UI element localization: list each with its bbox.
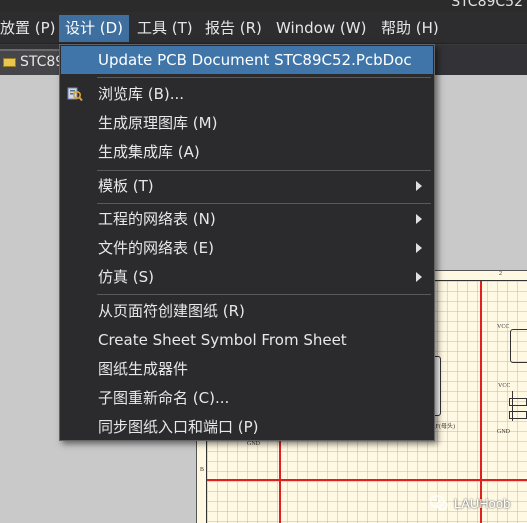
menu-place[interactable]: 放置 (P) bbox=[0, 15, 62, 42]
browse-library-icon bbox=[67, 87, 83, 102]
menu-window[interactable]: Window (W) bbox=[270, 15, 372, 42]
wechat-icon bbox=[430, 495, 448, 510]
menu-item-make-integrated-library[interactable]: 生成集成库 (A) bbox=[61, 138, 433, 166]
zone-number: 2 bbox=[499, 271, 502, 277]
menu-separator bbox=[97, 77, 431, 78]
watermark-text: LAUHoob bbox=[454, 495, 511, 511]
submenu-arrow-icon bbox=[416, 272, 422, 282]
title-bar: STC89C52 bbox=[0, 0, 527, 12]
watermark: LAUHoob bbox=[430, 492, 510, 514]
menu-item-rename-child-sheet[interactable]: 子图重新命名 (C)... bbox=[61, 384, 433, 412]
schematic-document-icon bbox=[3, 58, 16, 67]
menu-help[interactable]: 帮助 (H) bbox=[375, 15, 445, 42]
menu-item-label: Create Sheet Symbol From Sheet bbox=[98, 331, 347, 349]
gnd-label: GND bbox=[497, 429, 510, 435]
menu-item-label: 生成集成库 (A) bbox=[98, 143, 200, 161]
menu-separator bbox=[97, 203, 431, 204]
zone-line bbox=[480, 281, 482, 523]
menu-item-project-netlist[interactable]: 工程的网络表 (N) bbox=[61, 205, 433, 233]
gnd-label: GND bbox=[247, 441, 260, 447]
menu-item-create-sheet-from-symbol[interactable]: 从页面符创建图纸 (R) bbox=[61, 297, 433, 325]
schematic-capacitor bbox=[509, 411, 527, 419]
menu-item-label: 工程的网络表 (N) bbox=[98, 210, 216, 228]
schematic-capacitor bbox=[509, 398, 527, 406]
menu-bar: 放置 (P) 设计 (D) 工具 (T) 报告 (R) Window (W) 帮… bbox=[0, 12, 527, 44]
menu-item-sync-sheet-entries[interactable]: 同步图纸入口和端口 (P) bbox=[61, 413, 433, 441]
menu-item-label: 仿真 (S) bbox=[98, 268, 154, 286]
menu-item-label: 文件的网络表 (E) bbox=[98, 239, 214, 257]
menu-separator bbox=[97, 294, 431, 295]
menu-item-browse-library[interactable]: 浏览库 (B)... bbox=[61, 80, 433, 108]
menu-item-document-netlist[interactable]: 文件的网络表 (E) bbox=[61, 234, 433, 262]
menu-item-simulate[interactable]: 仿真 (S) bbox=[61, 263, 433, 291]
menu-reports[interactable]: 报告 (R) bbox=[199, 15, 268, 42]
menu-item-update-pcb[interactable]: Update PCB Document STC89C52.PcbDoc bbox=[61, 46, 433, 74]
vcc-label: VCC bbox=[497, 324, 510, 330]
schematic-component bbox=[510, 329, 527, 363]
zone-letter: B bbox=[200, 467, 205, 473]
zone-line bbox=[207, 479, 527, 481]
menu-item-create-sheet-symbol[interactable]: Create Sheet Symbol From Sheet bbox=[61, 326, 433, 354]
menu-separator bbox=[97, 170, 431, 171]
submenu-arrow-icon bbox=[416, 214, 422, 224]
menu-item-templates[interactable]: 模板 (T) bbox=[61, 172, 433, 200]
menu-item-label: 同步图纸入口和端口 (P) bbox=[98, 418, 259, 436]
menu-design[interactable]: 设计 (D) bbox=[59, 15, 130, 42]
menu-item-label: 模板 (T) bbox=[98, 177, 154, 195]
menu-item-make-schematic-library[interactable]: 生成原理图库 (M) bbox=[61, 109, 433, 137]
menu-item-label: 图纸生成器件 bbox=[98, 360, 189, 378]
menu-item-label: 生成原理图库 (M) bbox=[98, 114, 218, 132]
design-menu: Update PCB Document STC89C52.PcbDoc 浏览库 … bbox=[59, 44, 435, 441]
submenu-arrow-icon bbox=[416, 181, 422, 191]
menu-item-label: 子图重新命名 (C)... bbox=[98, 389, 230, 407]
menu-item-label: 浏览库 (B)... bbox=[98, 85, 185, 103]
window-title: STC89C52 bbox=[451, 0, 523, 10]
menu-tools[interactable]: 工具 (T) bbox=[131, 15, 199, 42]
menu-item-label: Update PCB Document STC89C52.PcbDoc bbox=[98, 51, 412, 69]
menu-item-label: 从页面符创建图纸 (R) bbox=[98, 302, 245, 320]
vcc-label: VCC bbox=[498, 383, 511, 389]
submenu-arrow-icon bbox=[416, 243, 422, 253]
menu-item-sheet-to-component[interactable]: 图纸生成器件 bbox=[61, 355, 433, 383]
